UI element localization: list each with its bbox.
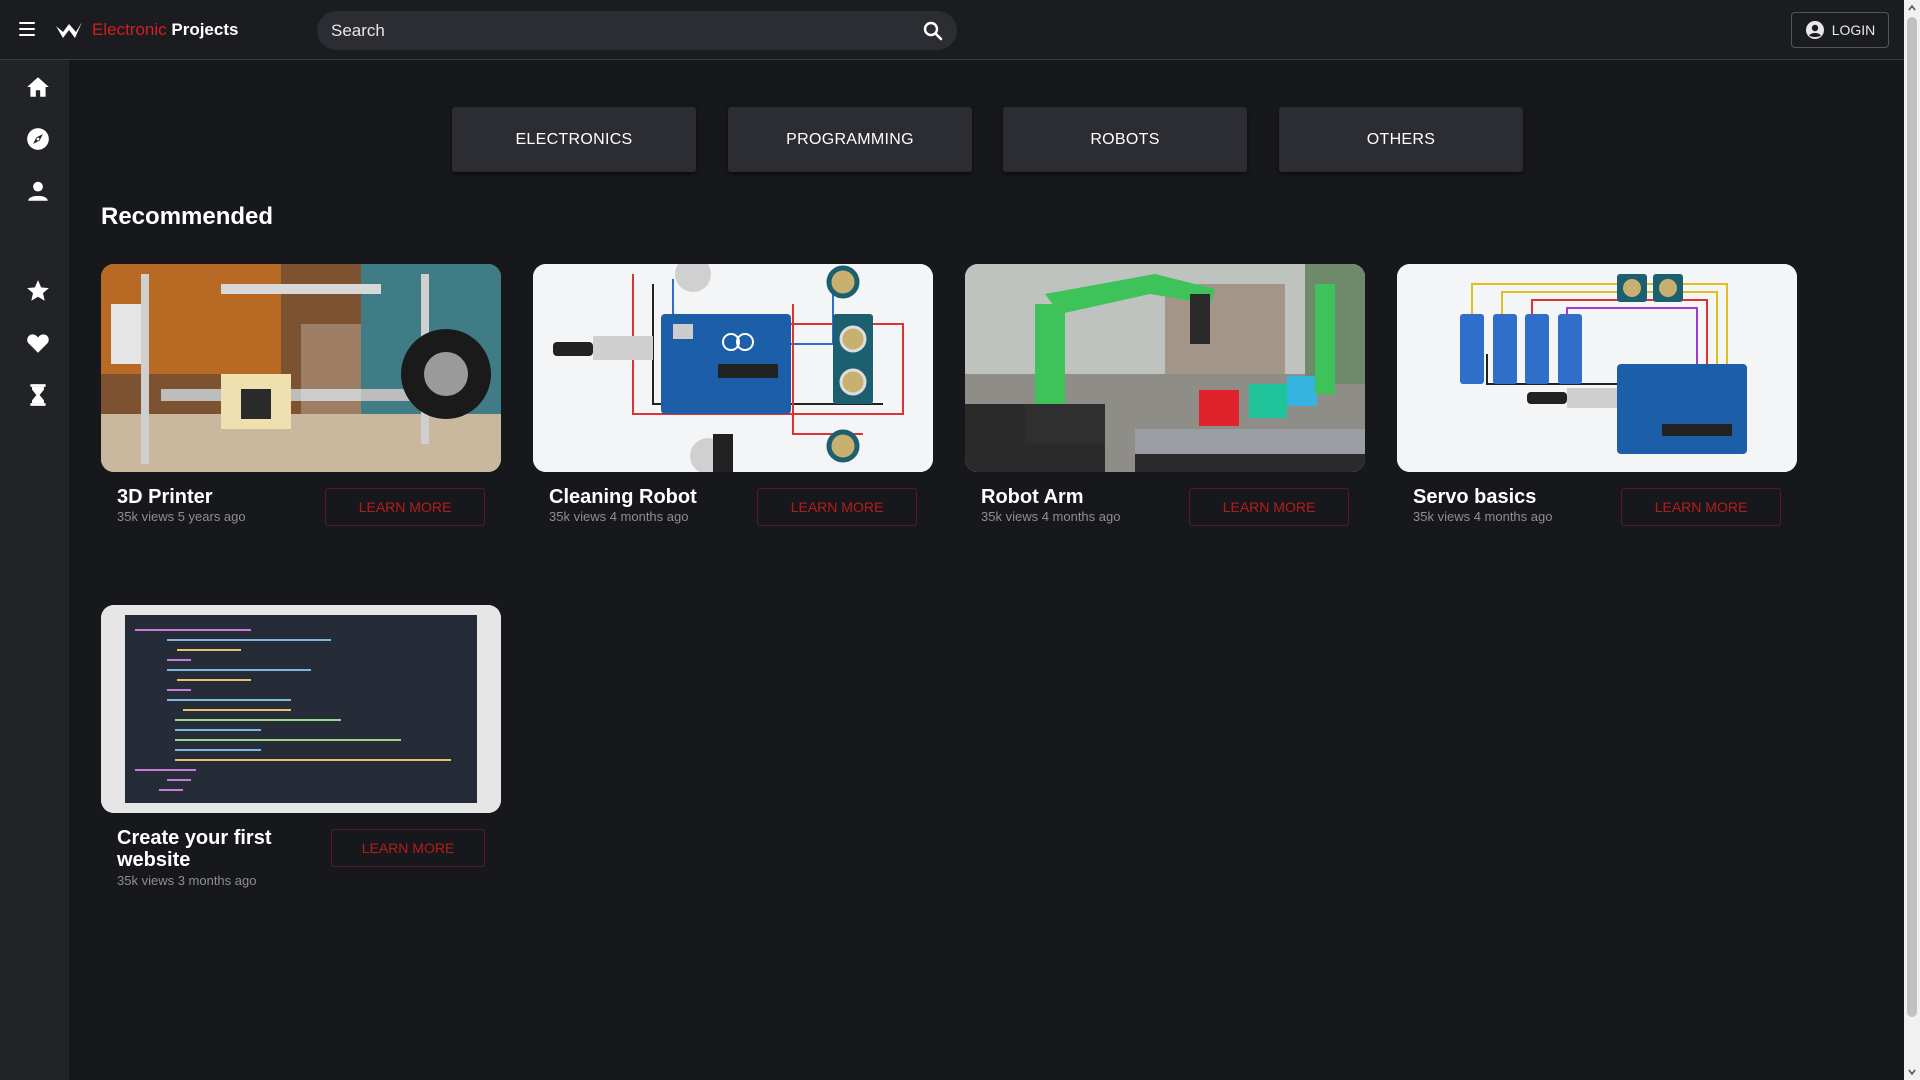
project-thumbnail[interactable] (101, 264, 501, 472)
3d-printer-image (101, 264, 501, 472)
project-card: Create your first website 35k views 3 mo… (101, 605, 501, 888)
project-meta: 35k views 4 months ago (549, 509, 689, 524)
sidebar (0, 60, 69, 1080)
scroll-up-arrow-icon[interactable] (1908, 4, 1916, 12)
category-others-button[interactable]: OTHERS (1279, 107, 1523, 172)
learn-more-button[interactable]: LEARN MORE (331, 829, 485, 867)
account-icon (1805, 21, 1824, 39)
project-thumbnail[interactable] (1397, 264, 1797, 472)
category-robots-button[interactable]: ROBOTS (1003, 107, 1247, 172)
category-electronics-button[interactable]: ELECTRONICS (452, 107, 696, 172)
brand-name[interactable]: Electronic Projects (92, 20, 238, 40)
hourglass-icon[interactable] (25, 382, 51, 408)
project-meta: 35k views 5 years ago (117, 509, 246, 524)
search-input[interactable] (331, 11, 911, 50)
project-title: Robot Arm (981, 486, 1084, 508)
compass-icon[interactable] (25, 126, 51, 152)
project-thumbnail[interactable] (965, 264, 1365, 472)
scrollbar[interactable] (1904, 0, 1920, 1080)
home-icon[interactable] (25, 74, 51, 100)
person-icon[interactable] (25, 178, 51, 204)
learn-more-button[interactable]: LEARN MORE (1621, 488, 1781, 526)
scroll-thumb[interactable] (1907, 17, 1917, 1017)
brand-part2: Projects (171, 20, 239, 39)
project-meta: 35k views 4 months ago (981, 509, 1121, 524)
project-meta: 35k views 4 months ago (1413, 509, 1553, 524)
hamburger-menu-icon[interactable] (19, 20, 41, 40)
robot-arm-image (965, 264, 1365, 472)
star-icon[interactable] (25, 278, 51, 304)
project-title: Cleaning Robot (549, 486, 697, 508)
category-programming-button[interactable]: PROGRAMMING (728, 107, 972, 172)
project-thumbnail[interactable] (533, 264, 933, 472)
project-card: 3D Printer 35k views 5 years ago LEARN M… (101, 264, 501, 526)
code-screenshot-image (101, 605, 501, 813)
project-card: Robot Arm 35k views 4 months ago LEARN M… (965, 264, 1365, 526)
scroll-down-arrow-icon[interactable] (1908, 1068, 1916, 1076)
project-thumbnail[interactable] (101, 605, 501, 813)
logo-icon[interactable] (54, 18, 84, 42)
learn-more-button[interactable]: LEARN MORE (1189, 488, 1349, 526)
search-bar (317, 11, 957, 50)
section-title: Recommended (101, 203, 274, 230)
project-meta: 35k views 3 months ago (117, 873, 257, 888)
project-title: Create your first website (117, 827, 272, 871)
learn-more-button[interactable]: LEARN MORE (325, 488, 485, 526)
top-bar: Electronic Projects LOGIN (0, 0, 1904, 60)
project-card: Servo basics 35k views 4 months ago LEAR… (1397, 264, 1797, 526)
login-button[interactable]: LOGIN (1791, 12, 1889, 48)
project-title: Servo basics (1413, 486, 1537, 508)
heart-icon[interactable] (25, 330, 51, 356)
project-title: 3D Printer (117, 486, 213, 508)
search-icon[interactable] (923, 21, 943, 41)
brand-part1: Electronic (92, 20, 167, 39)
login-label: LOGIN (1831, 22, 1876, 38)
learn-more-button[interactable]: LEARN MORE (757, 488, 917, 526)
project-card: Cleaning Robot 35k views 4 months ago LE… (533, 264, 933, 526)
cleaning-robot-circuit-image (533, 264, 933, 472)
servo-circuit-image (1397, 264, 1797, 472)
